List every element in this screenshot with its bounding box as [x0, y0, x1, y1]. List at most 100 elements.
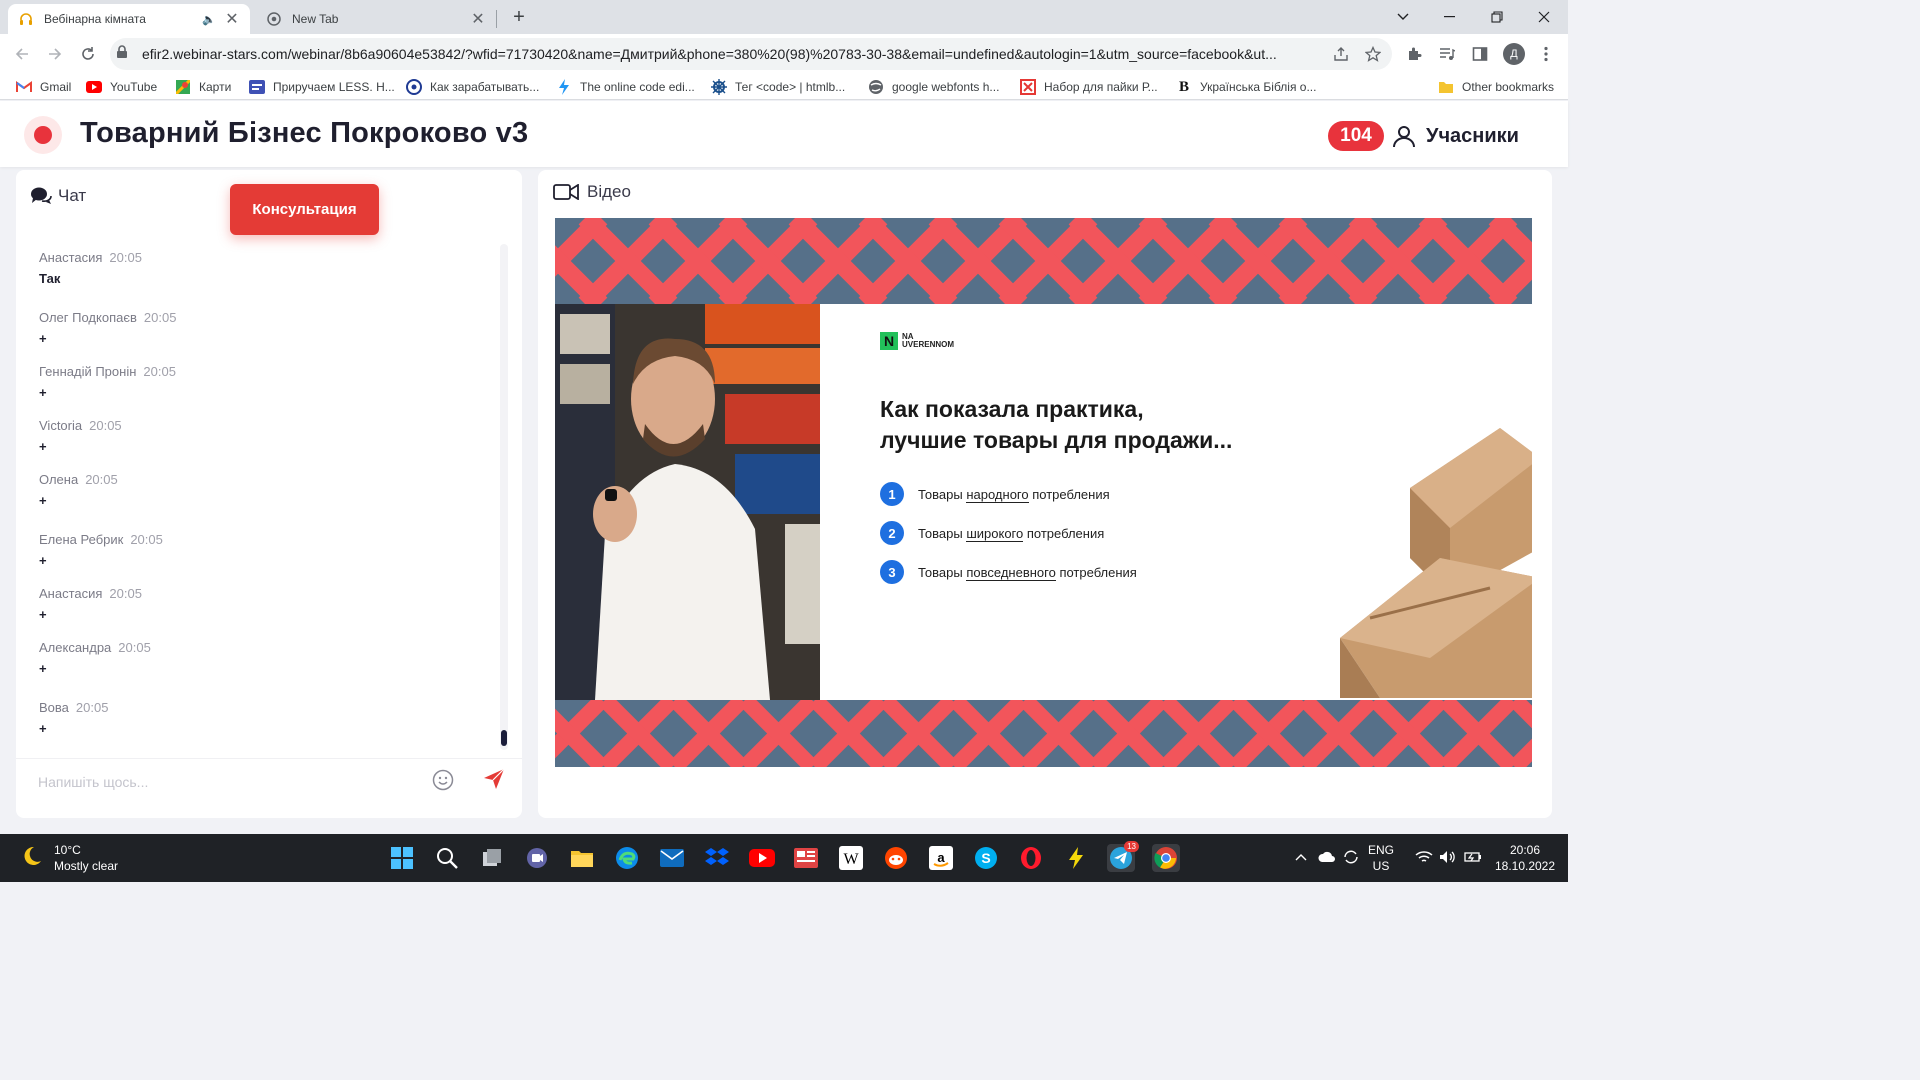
edge-icon[interactable] [613, 844, 641, 872]
bookmark-htmlbook[interactable]: Тег <code> | htmlb... [711, 78, 845, 96]
search-icon[interactable] [433, 844, 461, 872]
wifi-icon[interactable] [1415, 848, 1433, 866]
tab-new-tab[interactable]: New Tab ✕ [256, 4, 496, 34]
message-text: + [39, 607, 47, 622]
bookmark-earn[interactable]: Как зарабатывать... [406, 78, 539, 96]
url-text[interactable]: efir2.webinar-stars.com/webinar/8b6a9060… [142, 46, 1317, 62]
chat-message: Олена 20:05 + [39, 472, 479, 508]
slide-top-banner [555, 218, 1532, 304]
participants-button[interactable]: Учасники [1392, 121, 1519, 151]
reload-icon[interactable] [76, 42, 100, 66]
bookmark-webfonts[interactable]: google webfonts h... [868, 78, 999, 96]
language-indicator[interactable]: ENG US [1368, 842, 1394, 874]
bookmark-star-icon[interactable] [1364, 45, 1382, 63]
less-course-icon [249, 79, 265, 95]
menu-dots-icon[interactable] [1537, 45, 1555, 63]
message-text: + [39, 553, 47, 568]
sync-icon[interactable] [1342, 848, 1360, 866]
maximize-button[interactable] [1474, 0, 1520, 34]
dropbox-icon[interactable] [703, 844, 731, 872]
slide-list-item: 3 Товары повседневного потребления [880, 560, 1137, 584]
side-panel-icon[interactable] [1471, 45, 1489, 63]
message-author: Анастасия [39, 586, 103, 601]
close-window-button[interactable] [1521, 0, 1567, 34]
app-lightning-icon[interactable] [1062, 844, 1090, 872]
bookmark-gmail[interactable]: Gmail [16, 78, 71, 96]
chat-scrollbar[interactable] [500, 244, 508, 750]
message-time: 20:05 [85, 472, 118, 487]
address-bar[interactable]: efir2.webinar-stars.com/webinar/8b6a9060… [110, 38, 1392, 70]
bookmark-bible[interactable]: B Українська Біблія о... [1176, 78, 1316, 96]
opera-icon[interactable] [1017, 844, 1045, 872]
na-uverennom-logo-icon: N [880, 332, 898, 350]
start-button[interactable] [388, 844, 416, 872]
new-tab-button[interactable]: + [507, 5, 531, 29]
chat-scrollbar-thumb[interactable] [501, 730, 507, 746]
chat-message: Геннадій Пронін 20:05 + [39, 364, 479, 400]
video-player[interactable]: N NA UVERENNOM Как показала практика, луч… [555, 218, 1532, 767]
tab-webinar-room[interactable]: Вебінарна кімната 🔈 ✕ [8, 4, 250, 34]
extensions-icon[interactable] [1405, 45, 1423, 63]
message-author: Елена Ребрик [39, 532, 124, 547]
tab-search-icon[interactable] [1380, 0, 1426, 34]
forward-icon[interactable] [43, 42, 67, 66]
back-icon[interactable] [10, 42, 34, 66]
onedrive-icon[interactable] [1318, 848, 1336, 866]
bookmarks-bar: Gmail YouTube Карти Приручаем LESS. Н...… [0, 74, 1568, 100]
telegram-icon[interactable]: 13 [1107, 841, 1139, 872]
news-icon[interactable] [792, 844, 820, 872]
bookmark-less[interactable]: Приручаем LESS. Н... [249, 78, 395, 96]
maps-icon [175, 79, 191, 95]
send-icon[interactable] [481, 766, 507, 792]
skype-icon[interactable]: S [972, 844, 1000, 872]
participants-count-badge: 104 [1328, 121, 1384, 151]
close-tab-icon[interactable]: ✕ [224, 9, 240, 29]
teams-chat-icon[interactable] [523, 844, 551, 872]
chat-message-input[interactable] [38, 767, 418, 797]
file-explorer-icon[interactable] [568, 844, 596, 872]
share-icon[interactable] [1332, 45, 1350, 63]
clock-time: 20:06 [1509, 843, 1541, 857]
reddit-icon[interactable] [882, 844, 910, 872]
other-bookmarks[interactable]: Other bookmarks [1438, 78, 1554, 96]
consultation-button[interactable]: Консультация [230, 184, 379, 235]
emoji-icon[interactable] [430, 767, 456, 793]
close-tab-icon[interactable]: ✕ [470, 9, 486, 29]
message-text: + [39, 439, 47, 454]
cardboard-boxes-illustration [1340, 428, 1532, 698]
mail-icon[interactable] [658, 844, 686, 872]
browser-toolbar: efir2.webinar-stars.com/webinar/8b6a9060… [0, 34, 1568, 74]
youtube-app-icon[interactable] [748, 844, 776, 872]
bible-icon: B [1178, 78, 1189, 95]
wikipedia-icon[interactable]: W [837, 844, 865, 872]
chat-message: Александра 20:05 + [39, 640, 479, 676]
task-view-icon[interactable] [478, 844, 506, 872]
weather-widget[interactable]: 10°C Mostly clear [20, 842, 118, 874]
svg-text:W: W [843, 851, 859, 868]
chat-composer [16, 758, 522, 818]
minimize-button[interactable] [1426, 0, 1472, 34]
profile-avatar[interactable]: Д [1503, 43, 1525, 65]
bookmark-code-editor[interactable]: The online code edi... [556, 78, 695, 96]
clock[interactable]: 20:06 18.10.2022 [1493, 842, 1557, 874]
chat-panel: Чат Консультация Анастасия 20:05 Так Олег… [16, 170, 522, 818]
speaker-icon[interactable]: 🔈 [202, 13, 216, 26]
message-time: 20:05 [109, 250, 142, 265]
bookmark-soldering[interactable]: Набор для пайки Р... [1020, 78, 1158, 96]
bookmark-maps[interactable]: Карти [175, 78, 231, 96]
chat-message-list[interactable]: Анастасия 20:05 Так Олег Подкопаєв 20:05 +… [16, 246, 504, 750]
media-controls-icon[interactable] [1438, 45, 1456, 63]
chrome-taskbar-icon[interactable] [1152, 844, 1180, 872]
page-title: Товарний Бізнес Покроково v3 [80, 117, 529, 149]
bookmark-youtube[interactable]: YouTube [86, 78, 157, 96]
lock-icon[interactable] [116, 44, 130, 64]
lightning-icon [556, 79, 572, 95]
show-hidden-icons-icon[interactable] [1292, 848, 1310, 866]
chrome-icon [266, 11, 282, 27]
headphones-icon [18, 11, 34, 27]
message-author: Анастасия [39, 250, 103, 265]
amazon-icon[interactable]: a [927, 844, 955, 872]
volume-icon[interactable] [1439, 848, 1457, 866]
youtube-icon [86, 79, 102, 95]
battery-icon[interactable] [1464, 848, 1482, 866]
